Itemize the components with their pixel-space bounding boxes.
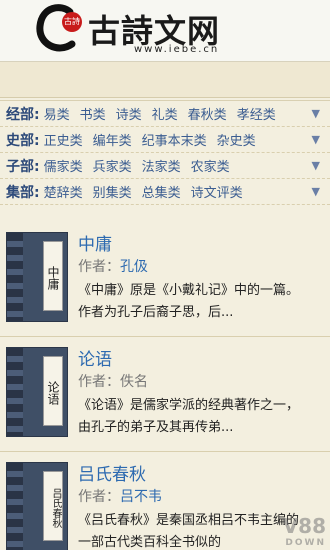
category-item[interactable]: 儒家类 (44, 156, 83, 175)
category-item[interactable]: 农家类 (191, 156, 230, 175)
site-logo[interactable]: 古詩 古詩文网 www.iebe.cn (36, 4, 256, 60)
category-item[interactable]: 总集类 (142, 182, 181, 201)
category-row-jing: 经部: 易类 书类 诗类 礼类 春秋类 孝经类 ▼ (0, 101, 330, 127)
category-item[interactable]: 诗文评类 (191, 182, 243, 201)
chevron-down-icon[interactable]: ▼ (312, 159, 320, 172)
list-item-book[interactable]: 吕氏春秋 吕氏春秋 作者：吕不韦 《吕氏春秋》是秦国丞相吕不韦主编的 一部古代类… (0, 452, 330, 550)
category-label: 经部: (6, 106, 40, 123)
category-item[interactable]: 正史类 (44, 130, 83, 149)
cover-binding (7, 463, 23, 550)
description-line: 《论语》是儒家学派的经典著作之一， (78, 398, 300, 413)
chevron-down-icon[interactable]: ▼ (312, 133, 320, 146)
category-item[interactable]: 纪事本末类 (142, 130, 207, 149)
book-author: 作者：孔伋 (78, 256, 148, 276)
category-item[interactable]: 编年类 (93, 130, 132, 149)
book-title[interactable]: 中庸 (78, 230, 112, 255)
description-line: 作者为孔子后裔子思，后... (78, 305, 234, 320)
category-item[interactable]: 礼类 (152, 104, 178, 123)
watermark-logo: V88 DOWN (283, 514, 326, 548)
description-line: 由孔子的弟子及其再传弟... (78, 420, 234, 435)
book-title[interactable]: 吕氏春秋 (78, 460, 146, 485)
category-item[interactable]: 楚辞类 (44, 182, 83, 201)
book-cover[interactable]: 吕氏春秋 (6, 462, 68, 550)
book-cover[interactable]: 论语 (6, 347, 68, 437)
category-label: 史部: (6, 132, 40, 149)
category-label: 子部: (6, 158, 40, 175)
author-name[interactable]: 佚名 (120, 374, 148, 390)
author-label: 作者： (78, 259, 120, 275)
site-url: www.iebe.cn (134, 44, 220, 55)
category-row-shi: 史部: 正史类 编年类 纪事本末类 杂史类 ▼ (0, 127, 330, 153)
category-item[interactable]: 法家类 (142, 156, 181, 175)
book-description: 《中庸》原是《小戴礼记》中的一篇。 作者为孔子后裔子思，后... (78, 280, 324, 324)
book-author: 作者：佚名 (78, 371, 148, 391)
cover-title: 中庸 (43, 241, 63, 311)
category-row-ji: 集部: 楚辞类 别集类 总集类 诗文评类 ▼ (0, 179, 330, 205)
cover-binding (7, 233, 23, 321)
list-item-book[interactable]: 论语 论语 作者：佚名 《论语》是儒家学派的经典著作之一， 由孔子的弟子及其再传… (0, 337, 330, 451)
chevron-down-icon[interactable]: ▼ (312, 185, 320, 198)
app-header: 古詩 古詩文网 www.iebe.cn (0, 0, 330, 62)
category-item[interactable]: 春秋类 (188, 104, 227, 123)
category-item[interactable]: 易类 (44, 104, 70, 123)
category-label: 集部: (6, 184, 40, 201)
logo-seal: 古詩 (62, 12, 82, 32)
author-label: 作者： (78, 489, 120, 505)
description-line: 《中庸》原是《小戴礼记》中的一篇。 (78, 283, 300, 298)
cover-title: 吕氏春秋 (43, 471, 63, 541)
category-menu: 经部: 易类 书类 诗类 礼类 春秋类 孝经类 ▼ 史部: 正史类 编年类 纪事… (0, 100, 330, 205)
category-item[interactable]: 书类 (80, 104, 106, 123)
category-item[interactable]: 诗类 (116, 104, 142, 123)
category-item[interactable]: 别集类 (93, 182, 132, 201)
category-item[interactable]: 孝经类 (237, 104, 276, 123)
book-description: 《论语》是儒家学派的经典著作之一， 由孔子的弟子及其再传弟... (78, 395, 324, 439)
cover-binding (7, 348, 23, 436)
cover-title: 论语 (43, 356, 63, 426)
category-row-zi: 子部: 儒家类 兵家类 法家类 农家类 ▼ (0, 153, 330, 179)
author-name[interactable]: 吕不韦 (120, 489, 162, 505)
category-item[interactable]: 兵家类 (93, 156, 132, 175)
book-cover[interactable]: 中庸 (6, 232, 68, 322)
header-strip (0, 62, 330, 98)
watermark-brand: V88 (282, 514, 326, 538)
book-title[interactable]: 论语 (78, 345, 112, 370)
list-item-book[interactable]: 中庸 中庸 作者：孔伋 《中庸》原是《小戴礼记》中的一篇。 作者为孔子后裔子思，… (0, 222, 330, 336)
author-label: 作者： (78, 374, 120, 390)
book-author: 作者：吕不韦 (78, 486, 162, 506)
category-item[interactable]: 杂史类 (217, 130, 256, 149)
watermark-sub: DOWN (285, 538, 326, 548)
author-name[interactable]: 孔伋 (120, 259, 148, 275)
chevron-down-icon[interactable]: ▼ (312, 107, 320, 120)
